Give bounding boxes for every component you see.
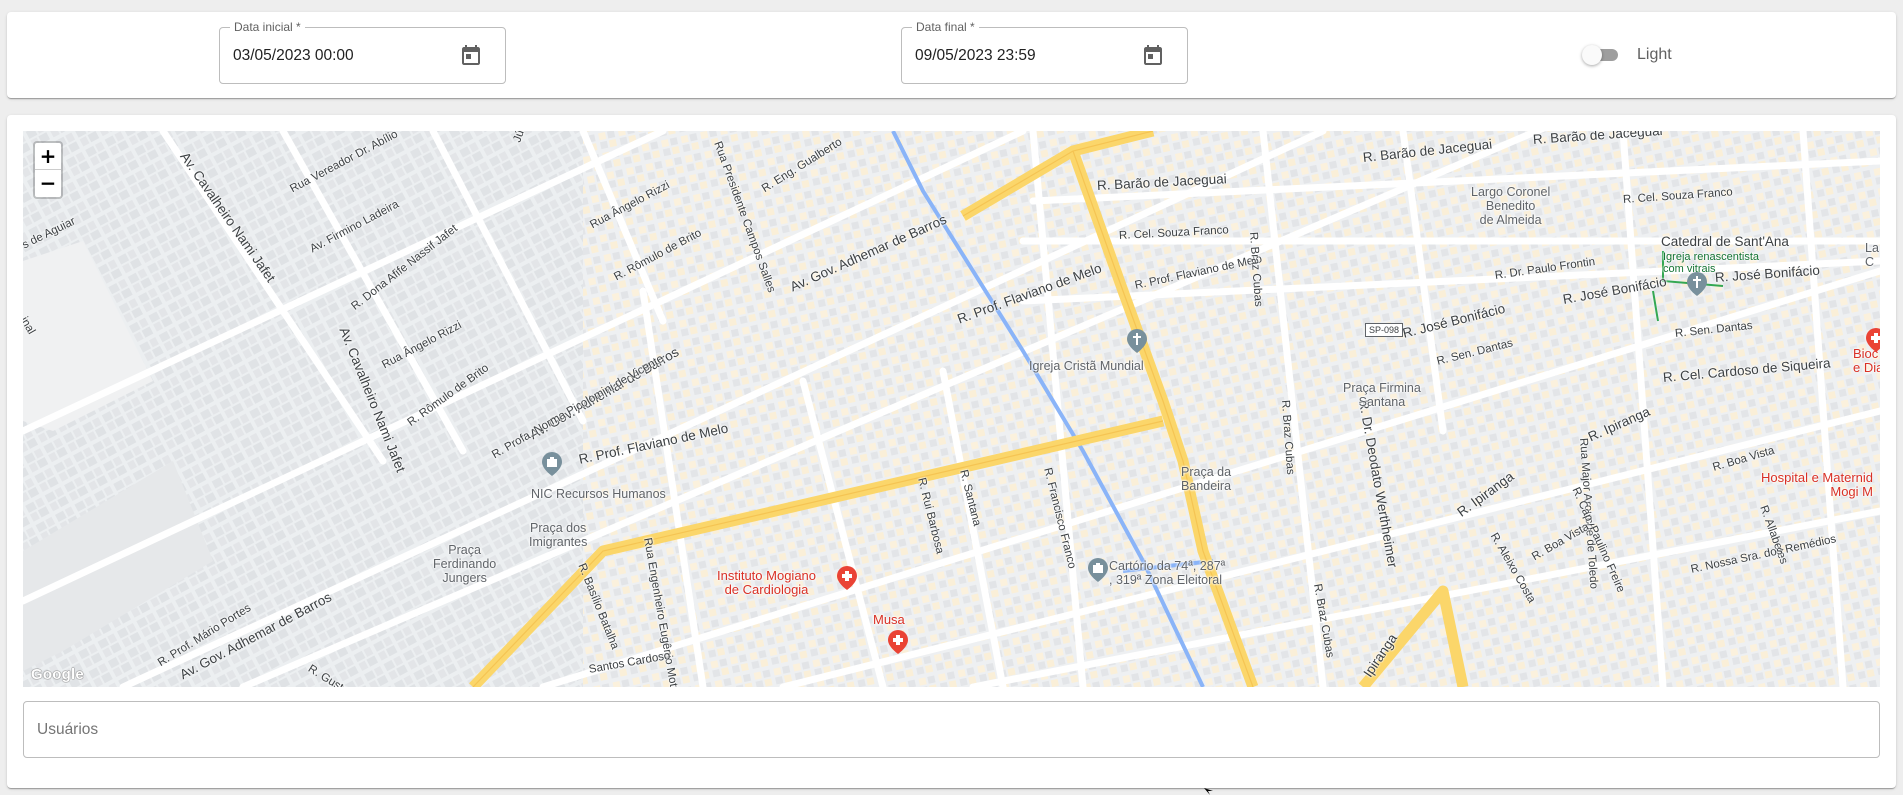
place-label: La C (1865, 241, 1879, 269)
place-label: Igreja Cristã Mundial (1029, 359, 1144, 373)
church-pin-icon[interactable] (1686, 271, 1708, 297)
hospital-pin-icon[interactable] (887, 629, 909, 655)
place-label: Musa (873, 612, 905, 627)
theme-label: Light (1637, 46, 1672, 63)
place-label: Cartório da 74ª, 287ª , 319ª Zona Eleito… (1109, 559, 1226, 587)
start-date-label: Data inicial * (230, 20, 305, 34)
hospital-pin-icon[interactable] (836, 565, 858, 591)
office-pin-icon[interactable] (1087, 557, 1109, 583)
map[interactable]: Av. Gov. Adhemar de Barros Av. Gov. Adhe… (23, 131, 1880, 687)
church-pin-icon[interactable] (1126, 328, 1148, 354)
end-date-value[interactable]: 09/05/2023 23:59 (915, 47, 1036, 65)
place-label: Praça da Bandeira (1181, 465, 1232, 493)
toggle-thumb[interactable] (1582, 45, 1602, 65)
place-sublabel: Igreja renascentista com vitrais (1663, 251, 1759, 275)
end-date-label: Data final * (912, 20, 979, 34)
place-label: NIC Recursos Humanos (531, 487, 666, 501)
calendar-icon[interactable] (1141, 44, 1165, 68)
place-label: Largo Coronel Benedito de Almeida (1471, 185, 1551, 227)
route-shield: SP-098 (1365, 323, 1404, 337)
zoom-control: + − (33, 141, 63, 199)
google-logo: Google (31, 666, 84, 683)
place-label: Praça Ferdinando Jungers (433, 543, 497, 585)
place-label: Praça dos Imigrantes (529, 521, 588, 549)
zoom-in-button[interactable]: + (35, 143, 61, 170)
users-field[interactable]: Usuários (23, 701, 1880, 758)
users-placeholder: Usuários (37, 721, 99, 738)
place-label: Instituto Mogiano de Cardiologia (717, 568, 817, 597)
place-label: Catedral de Sant'Ana (1661, 234, 1789, 249)
zoom-out-button[interactable]: − (35, 170, 61, 197)
main-panel: Av. Gov. Adhemar de Barros Av. Gov. Adhe… (7, 115, 1896, 788)
filter-bar: Data inicial * 03/05/2023 00:00 Data fin… (7, 12, 1896, 98)
theme-toggle[interactable] (1582, 45, 1622, 65)
calendar-icon[interactable] (459, 44, 483, 68)
place-label: Praça Firmina Santana (1343, 381, 1421, 409)
start-date-value[interactable]: 03/05/2023 00:00 (233, 47, 354, 65)
mouse-cursor-icon (1204, 788, 1213, 795)
start-date-field[interactable]: Data inicial * 03/05/2023 00:00 (219, 20, 506, 84)
office-pin-icon[interactable] (541, 451, 563, 477)
end-date-field[interactable]: Data final * 09/05/2023 23:59 (901, 20, 1188, 84)
place-label: Hospital e Maternid Mogi M (1761, 470, 1873, 499)
hospital-pin-icon[interactable] (1865, 327, 1880, 353)
